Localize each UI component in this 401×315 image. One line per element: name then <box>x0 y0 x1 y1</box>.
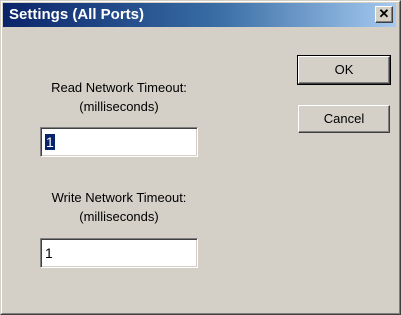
ok-button[interactable]: OK <box>297 55 391 85</box>
cancel-button[interactable]: Cancel <box>298 105 390 133</box>
read-timeout-value: 1 <box>45 134 55 150</box>
write-timeout-units-label: (milliseconds) <box>79 209 159 224</box>
read-timeout-label: Read Network Timeout: <box>51 80 187 95</box>
close-icon: ✕ <box>378 6 390 21</box>
title-bar[interactable]: Settings (All Ports) ✕ <box>3 3 396 27</box>
read-timeout-units-label: (milliseconds) <box>79 99 159 114</box>
read-timeout-field[interactable]: 1 <box>40 127 198 157</box>
write-timeout-field[interactable]: 1 <box>40 238 198 268</box>
close-button[interactable]: ✕ <box>375 6 393 23</box>
write-timeout-value: 1 <box>45 245 53 261</box>
window-title: Settings (All Ports) <box>9 6 145 23</box>
write-timeout-label: Write Network Timeout: <box>51 190 187 205</box>
settings-dialog: Settings (All Ports) ✕ Read Network Time… <box>0 0 401 315</box>
